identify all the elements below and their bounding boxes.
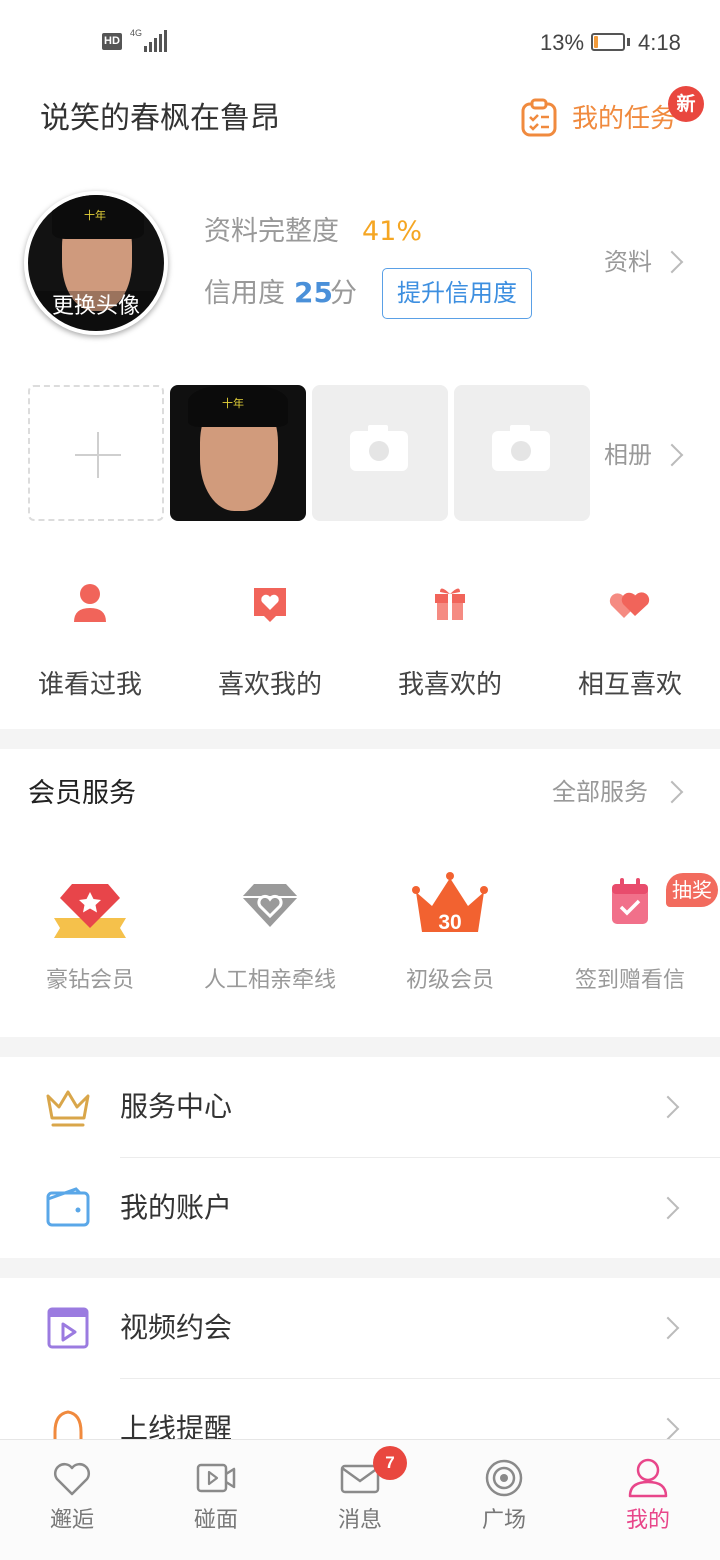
credit-label: 信用度 xyxy=(204,278,285,309)
chevron-right-icon xyxy=(656,1316,680,1340)
album-link[interactable]: 相册 xyxy=(604,438,652,472)
username: 说笑的春枫在鲁昂 xyxy=(40,101,280,136)
gift-icon xyxy=(435,588,465,620)
video-date-icon xyxy=(47,1307,89,1349)
network-type: 4G xyxy=(130,28,143,38)
battery-percent: 13% xyxy=(540,30,585,55)
service-label: 签到赠看信 xyxy=(574,968,685,993)
tab-meet[interactable]: 碰面 xyxy=(144,1448,288,1548)
message-count-badge: 7 xyxy=(373,1446,407,1480)
chevron-right-icon xyxy=(660,443,684,467)
photo-watermark: 十年 xyxy=(222,397,244,410)
chevron-right-icon xyxy=(660,250,684,274)
planet-icon xyxy=(485,1459,523,1497)
avatar-watermark: 十年 xyxy=(84,209,106,222)
section-divider xyxy=(0,729,720,749)
quick-action-label: 我喜欢的 xyxy=(397,670,502,700)
new-badge: 新 xyxy=(668,86,704,122)
tab-messages[interactable]: 消息 xyxy=(288,1448,432,1548)
task-list-icon[interactable] xyxy=(520,98,558,138)
wallet-icon xyxy=(46,1187,90,1227)
credit-unit: 分 xyxy=(330,278,357,309)
row-label: 我的账户 xyxy=(120,1191,233,1224)
section-divider xyxy=(0,1258,720,1278)
service-basic-member[interactable]: 30 初级会员 xyxy=(360,870,540,1010)
hd-indicator: HD xyxy=(102,33,122,50)
completeness-value: 41% xyxy=(362,216,423,247)
crown-text: 30 xyxy=(438,911,461,934)
empty-photo-slot[interactable] xyxy=(454,385,590,521)
crown-icon: 30 xyxy=(412,872,488,934)
tab-label: 碰面 xyxy=(193,1508,238,1533)
video-date-row[interactable]: 视频约会 xyxy=(0,1278,720,1378)
completeness-label: 资料完整度 xyxy=(204,216,339,247)
credit-value: 25 xyxy=(294,276,333,309)
tab-encounter[interactable]: 邂逅 xyxy=(0,1448,144,1548)
clock: 4:18 xyxy=(638,30,681,55)
quick-action-label: 相互喜欢 xyxy=(577,670,682,700)
profile-link[interactable]: 资料 xyxy=(604,245,652,279)
change-avatar-label[interactable]: 更换头像 xyxy=(28,291,164,331)
tab-label: 我的 xyxy=(625,1508,670,1533)
chevron-right-icon xyxy=(660,780,684,804)
empty-photo-slot[interactable] xyxy=(312,385,448,521)
heart-outline-icon xyxy=(54,1463,90,1496)
service-label: 初级会员 xyxy=(405,968,494,993)
quick-action-i-liked[interactable]: 我喜欢的 xyxy=(360,580,540,730)
status-bar: HD 4G 13% 4:18 xyxy=(0,0,720,84)
plus-icon-stem xyxy=(97,432,99,478)
heart-bubble-icon xyxy=(254,588,286,622)
chevron-right-icon xyxy=(656,1095,680,1119)
tab-square[interactable]: 广场 xyxy=(432,1448,576,1548)
tab-label: 消息 xyxy=(337,1508,382,1533)
add-photo-button[interactable] xyxy=(28,385,164,521)
battery-nub xyxy=(627,38,630,46)
signal-icon xyxy=(144,30,168,52)
album-photo[interactable]: 十年 xyxy=(170,385,306,521)
double-heart-icon xyxy=(609,592,650,618)
quick-action-visitors[interactable]: 谁看过我 xyxy=(0,580,180,730)
row-label: 视频约会 xyxy=(120,1311,233,1344)
calendar-check-icon xyxy=(612,878,648,924)
avatar[interactable]: 十年 更换头像 xyxy=(24,191,168,335)
quick-action-label: 谁看过我 xyxy=(37,670,142,700)
service-label: 人工相亲牵线 xyxy=(203,968,336,993)
video-camera-icon xyxy=(196,1463,236,1493)
service-center-row[interactable]: 服务中心 xyxy=(0,1057,720,1157)
all-services-link[interactable]: 全部服务 xyxy=(552,776,648,808)
camera-icon xyxy=(492,425,550,471)
battery-icon xyxy=(591,33,625,51)
my-account-row[interactable]: 我的账户 xyxy=(0,1158,720,1258)
service-matchmaking[interactable]: 人工相亲牵线 xyxy=(180,870,360,1010)
crown-outline-icon xyxy=(46,1090,90,1127)
chevron-right-icon xyxy=(656,1417,680,1441)
user-icon xyxy=(628,1458,668,1498)
tab-label: 广场 xyxy=(481,1508,526,1533)
service-diamond-member[interactable]: 豪钻会员 xyxy=(0,870,180,1010)
chevron-right-icon xyxy=(656,1196,680,1220)
quick-action-liked-me[interactable]: 喜欢我的 xyxy=(180,580,360,730)
membership-title: 会员服务 xyxy=(28,778,136,809)
person-icon xyxy=(74,584,106,622)
gray-diamond-icon xyxy=(242,884,298,927)
tab-me[interactable]: 我的 xyxy=(576,1448,720,1548)
service-label: 豪钻会员 xyxy=(45,968,134,993)
camera-icon xyxy=(350,425,408,471)
section-divider xyxy=(0,1037,720,1057)
quick-action-mutual[interactable]: 相互喜欢 xyxy=(540,580,720,730)
row-label: 服务中心 xyxy=(120,1090,233,1123)
tab-label: 邂逅 xyxy=(49,1508,94,1533)
improve-credit-button[interactable]: 提升信用度 xyxy=(382,268,532,319)
diamond-icon xyxy=(54,884,126,938)
lottery-badge: 抽奖 xyxy=(666,873,718,907)
my-tasks-link[interactable]: 我的任务 xyxy=(572,102,676,136)
quick-action-label: 喜欢我的 xyxy=(217,670,322,700)
